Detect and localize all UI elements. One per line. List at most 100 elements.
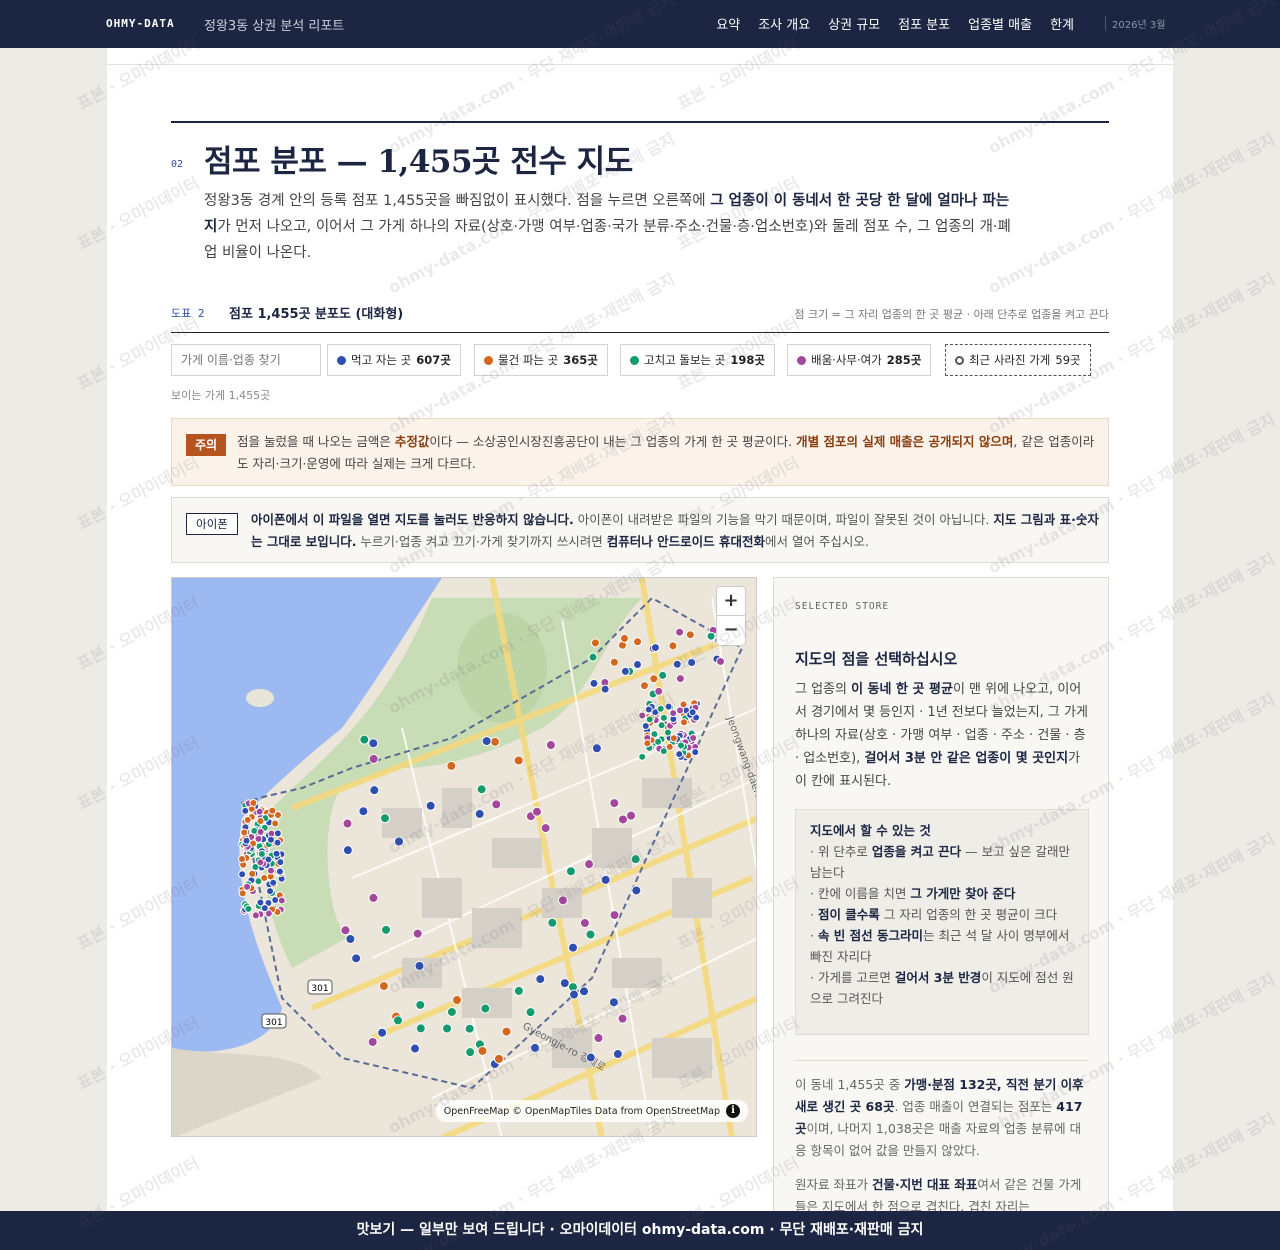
store-dot[interactable] bbox=[342, 845, 353, 856]
store-dot[interactable] bbox=[452, 995, 463, 1006]
store-dot[interactable] bbox=[256, 858, 265, 867]
store-dot[interactable] bbox=[650, 643, 660, 653]
store-dot[interactable] bbox=[393, 836, 404, 847]
store-dot[interactable] bbox=[638, 711, 647, 720]
store-dot[interactable] bbox=[446, 1006, 457, 1017]
store-dot[interactable] bbox=[589, 678, 599, 688]
store-dot[interactable] bbox=[657, 721, 666, 730]
store-dot[interactable] bbox=[345, 933, 356, 944]
store-dot[interactable] bbox=[481, 736, 492, 747]
store-dot[interactable] bbox=[656, 704, 665, 713]
store-dot[interactable] bbox=[275, 867, 284, 876]
zoom-out-button[interactable]: − bbox=[717, 616, 745, 645]
store-dot[interactable] bbox=[706, 631, 716, 641]
store-dot[interactable] bbox=[410, 1043, 421, 1054]
store-dot[interactable] bbox=[716, 656, 726, 666]
store-dot[interactable] bbox=[654, 686, 664, 696]
store-dot[interactable] bbox=[381, 924, 392, 935]
store-dot[interactable] bbox=[669, 709, 678, 718]
store-dot[interactable] bbox=[531, 806, 542, 817]
store-dot[interactable] bbox=[590, 638, 600, 648]
store-dot[interactable] bbox=[368, 753, 379, 764]
store-dot[interactable] bbox=[669, 734, 678, 743]
nav-link-summary[interactable]: 요약 bbox=[716, 14, 740, 33]
filter-chip-retail[interactable]: 물건 파는 곳 365곳 bbox=[474, 344, 608, 376]
store-dot[interactable] bbox=[242, 836, 251, 845]
store-dot[interactable] bbox=[351, 953, 362, 964]
map-canvas[interactable]: 301 301 Gyeongje-ro 경제로 Jeongwang-daero bbox=[172, 578, 757, 1137]
store-dot[interactable] bbox=[676, 706, 685, 715]
store-dot[interactable] bbox=[273, 829, 282, 838]
store-dot[interactable] bbox=[480, 1003, 491, 1014]
store-dot[interactable] bbox=[243, 815, 252, 824]
store-dot[interactable] bbox=[675, 750, 684, 759]
store-dot[interactable] bbox=[568, 989, 579, 1000]
store-dot[interactable] bbox=[378, 981, 389, 992]
store-dot[interactable] bbox=[679, 718, 688, 727]
store-dot[interactable] bbox=[260, 874, 269, 883]
filter-chip-repair[interactable]: 고치고 돌보는 곳 198곳 bbox=[620, 344, 775, 376]
store-dot[interactable] bbox=[619, 633, 629, 643]
info-icon[interactable]: i bbox=[726, 1104, 740, 1118]
store-dot[interactable] bbox=[630, 854, 641, 865]
store-dot[interactable] bbox=[535, 974, 546, 985]
store-search-input[interactable] bbox=[171, 344, 321, 376]
store-dot[interactable] bbox=[608, 997, 619, 1008]
store-dot[interactable] bbox=[368, 892, 379, 903]
store-dot[interactable] bbox=[257, 849, 266, 858]
store-dot[interactable] bbox=[240, 828, 249, 837]
store-dot[interactable] bbox=[633, 637, 643, 647]
store-dot[interactable] bbox=[547, 917, 558, 928]
store-dot[interactable] bbox=[477, 1045, 488, 1056]
store-dot[interactable] bbox=[243, 882, 252, 891]
store-dot[interactable] bbox=[377, 1027, 388, 1038]
store-dot[interactable] bbox=[271, 819, 280, 828]
store-dot[interactable] bbox=[654, 737, 663, 746]
store-dot[interactable] bbox=[668, 641, 678, 651]
store-dot[interactable] bbox=[340, 925, 351, 936]
nav-link-limits[interactable]: 한계 bbox=[1050, 14, 1074, 33]
store-dot[interactable] bbox=[415, 1023, 426, 1034]
store-dot[interactable] bbox=[545, 740, 556, 751]
store-dot[interactable] bbox=[493, 1053, 504, 1064]
store-dot[interactable] bbox=[663, 728, 672, 737]
store-dot[interactable] bbox=[273, 838, 282, 847]
store-dot[interactable] bbox=[664, 702, 673, 711]
store-dot[interactable] bbox=[688, 708, 697, 717]
store-dot[interactable] bbox=[639, 681, 649, 691]
store-dot[interactable] bbox=[266, 835, 275, 844]
store-dot[interactable] bbox=[254, 834, 263, 843]
store-dot[interactable] bbox=[584, 859, 595, 870]
zoom-in-button[interactable]: + bbox=[717, 587, 745, 616]
store-dot[interactable] bbox=[238, 855, 247, 864]
store-dot[interactable] bbox=[588, 652, 598, 662]
store-dot[interactable] bbox=[585, 929, 596, 940]
store-dot[interactable] bbox=[620, 666, 630, 676]
store-dot[interactable] bbox=[412, 928, 423, 939]
attribution-text[interactable]: OpenFreeMap © OpenMapTiles Data from Ope… bbox=[444, 1106, 720, 1117]
store-dot[interactable] bbox=[272, 849, 281, 858]
store-dot[interactable] bbox=[649, 674, 659, 684]
store-dot[interactable] bbox=[565, 866, 576, 877]
store-map[interactable]: 301 301 Gyeongje-ro 경제로 Jeongwang-daero … bbox=[171, 577, 757, 1137]
store-dot[interactable] bbox=[600, 874, 611, 885]
store-dot[interactable] bbox=[249, 799, 258, 808]
store-dot[interactable] bbox=[585, 1052, 596, 1063]
store-dot[interactable] bbox=[645, 715, 654, 724]
filter-chip-food[interactable]: 먹고 자는 곳 607곳 bbox=[327, 344, 461, 376]
store-dot[interactable] bbox=[268, 806, 277, 815]
store-dot[interactable] bbox=[513, 985, 524, 996]
store-dot[interactable] bbox=[675, 674, 685, 684]
store-dot[interactable] bbox=[359, 734, 370, 745]
store-dot[interactable] bbox=[465, 1047, 476, 1058]
store-dot[interactable] bbox=[530, 1042, 541, 1053]
store-dot[interactable] bbox=[659, 713, 668, 722]
store-dot[interactable] bbox=[579, 917, 590, 928]
store-dot[interactable] bbox=[368, 738, 379, 749]
store-dot[interactable] bbox=[665, 742, 674, 751]
store-dot[interactable] bbox=[276, 858, 285, 867]
store-dot[interactable] bbox=[501, 1026, 512, 1037]
store-dot[interactable] bbox=[513, 755, 524, 766]
store-dot[interactable] bbox=[609, 910, 620, 921]
store-dot[interactable] bbox=[414, 960, 425, 971]
